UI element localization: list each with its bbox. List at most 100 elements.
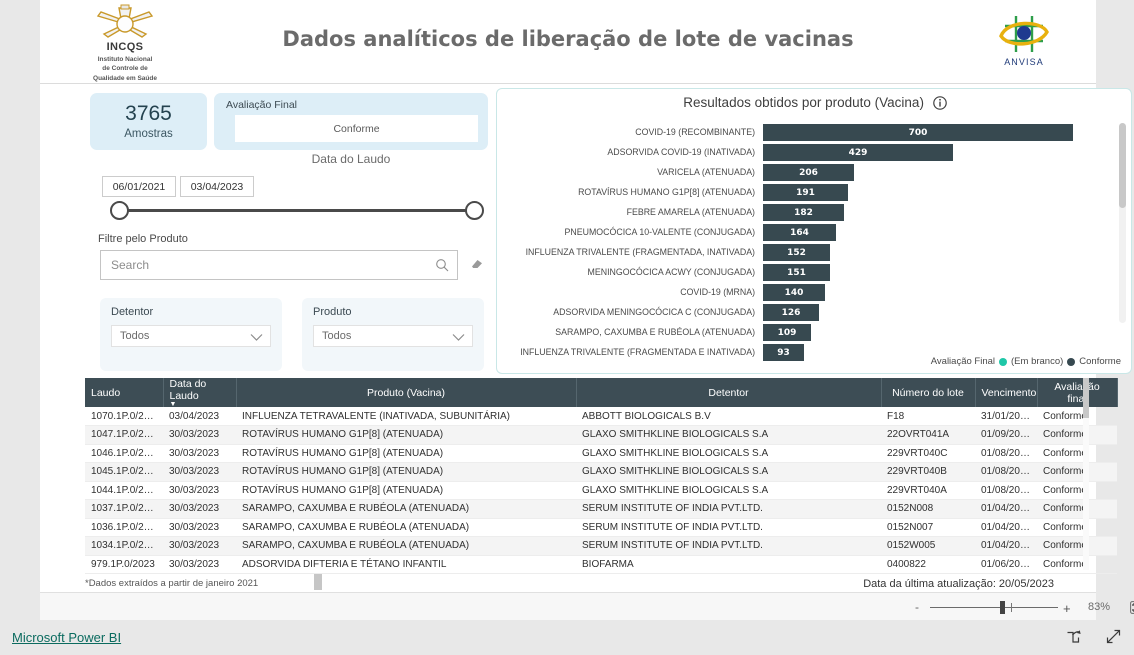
slicer-detentor-value: Todos [120, 330, 150, 342]
chart-vertical-scrollbar[interactable] [1119, 123, 1126, 323]
date-range-slider-handle-left[interactable] [110, 201, 129, 220]
date-to-input[interactable]: 03/04/2023 [180, 176, 254, 197]
table-column-header-vencimento[interactable]: Vencimento [975, 378, 1038, 407]
table-cell-aval: Conforme [1037, 536, 1117, 556]
chart-bar[interactable]: 700 [763, 124, 1073, 141]
search-input[interactable] [111, 251, 431, 279]
table-cell-detentor: SERUM INSTITUTE OF INDIA PVT.LTD. [576, 536, 881, 556]
chart-bar-wrapper: 93 [763, 344, 804, 361]
slicer-produto-dropdown[interactable]: Todos [313, 325, 473, 347]
eraser-icon[interactable] [470, 256, 484, 275]
chart-bar[interactable]: 109 [763, 324, 811, 341]
incqs-subtitle: Instituto Nacional de Controle de Qualid… [93, 56, 157, 82]
search-icon[interactable] [435, 258, 449, 277]
date-range-slider-track[interactable] [118, 209, 476, 212]
chart-bar-row[interactable]: COVID-19 (MRNA) 140 [497, 283, 1133, 302]
chart-bar[interactable]: 206 [763, 164, 854, 181]
avaliacao-final-selected-value[interactable]: Conforme [235, 115, 478, 142]
table-vertical-scrollbar[interactable] [1083, 378, 1089, 570]
chart-bar-value: 152 [787, 247, 806, 258]
chart-bar-row[interactable]: FEBRE AMARELA (ATENUADA) 182 [497, 203, 1133, 222]
slicer-detentor-dropdown[interactable]: Todos [111, 325, 271, 347]
chart-bar-row[interactable]: INFLUENZA TRIVALENTE (FRAGMENTADA, INATI… [497, 243, 1133, 262]
product-search-box[interactable] [100, 250, 458, 280]
chart-bar[interactable]: 152 [763, 244, 830, 261]
table-cell-laudo: 1034.1P.0/2023 [85, 536, 163, 556]
table-cell-vencimento: 01/08/2024 [975, 444, 1037, 463]
chart-bar-row[interactable]: MENINGOCÓCICA ACWY (CONJUGADA) 151 [497, 263, 1133, 282]
chart-bar[interactable]: 93 [763, 344, 804, 361]
zoom-in-button[interactable]: + [1063, 601, 1071, 616]
table-row[interactable]: 1070.1P.0/2023 03/04/2023 INFLUENZA TETRAV… [85, 407, 1117, 426]
fit-to-page-icon[interactable] [1130, 601, 1134, 619]
chart-bar-wrapper: 429 [763, 144, 953, 161]
power-bi-brand-link[interactable]: Microsoft Power BI [12, 630, 121, 645]
slicer-produto[interactable]: Produto Todos [302, 298, 484, 371]
chart-bar-row[interactable]: SARAMPO, CAXUMBA E RUBÉOLA (ATENUADA) 109 [497, 323, 1133, 342]
chart-bar-wrapper: 191 [763, 184, 848, 201]
page-title: Dados analíticos de liberação de lote de… [282, 27, 854, 51]
avaliacao-final-slicer[interactable]: Avaliação Final Conforme [214, 93, 488, 150]
chart-bar[interactable]: 140 [763, 284, 825, 301]
table-column-header-aval[interactable]: Avaliação final [1037, 378, 1118, 407]
table-column-header-produto[interactable]: Produto (Vacina) [236, 378, 577, 407]
chart-bar-row[interactable]: PNEUMOCÓCICA 10-VALENTE (CONJUGADA) 164 [497, 223, 1133, 242]
table-column-header-label: Vencimento [981, 386, 1037, 399]
slicer-detentor[interactable]: Detentor Todos [100, 298, 282, 371]
table-row[interactable]: 1047.1P.0/2023 30/03/2023 ROTAVÍRUS HUMANO… [85, 425, 1117, 445]
table-row[interactable]: 1046.1P.0/2023 30/03/2023 ROTAVÍRUS HUMANO… [85, 444, 1117, 463]
chart-bar-value: 191 [796, 187, 815, 198]
legend-label-em-branco[interactable]: (Em branco) [1011, 356, 1063, 367]
chevron-down-icon[interactable] [250, 333, 263, 345]
table-column-header-lote[interactable]: Número do lote [881, 378, 976, 407]
date-range-slider-handle-right[interactable] [465, 201, 484, 220]
chart-bar-row[interactable]: ROTAVÍRUS HUMANO G1P[8] (ATENUADA) 191 [497, 183, 1133, 202]
chevron-down-icon[interactable] [452, 333, 465, 345]
legend-label-conforme[interactable]: Conforme [1079, 356, 1121, 367]
zoom-toolbar: - + 83% [40, 592, 1134, 620]
chart-bar[interactable]: 164 [763, 224, 836, 241]
slicer-produto-title: Produto [313, 306, 352, 318]
table-cell-data: 30/03/2023 [163, 444, 236, 463]
chart-bar-row[interactable]: ADSORVIDA COVID-19 (INATIVADA) 429 [497, 143, 1133, 162]
zoom-slider-handle[interactable] [1000, 601, 1005, 614]
legend-swatch-em-branco [999, 357, 1008, 366]
table-row[interactable]: 1034.1P.0/2023 30/03/2023 SARAMPO, CAXUMBA… [85, 536, 1117, 556]
chart-bar-row[interactable]: ADSORVIDA MENINGOCÓCICA C (CONJUGADA) 126 [497, 303, 1133, 322]
table-column-header-detentor[interactable]: Detentor [576, 378, 882, 407]
table-row[interactable]: 1045.1P.0/2023 30/03/2023 ROTAVÍRUS HUMANO… [85, 462, 1117, 482]
chart-bar[interactable]: 182 [763, 204, 844, 221]
chart-plot-area: COVID-19 (RECOMBINANTE) 700 ADSORVIDA COVI… [497, 123, 1133, 361]
table-cell-produto: INFLUENZA TETRAVALENTE (INATIVADA, SUBUN… [236, 407, 576, 426]
chart-category-label: ADSORVIDA MENINGOCÓCICA C (CONJUGADA) [553, 307, 755, 317]
info-icon[interactable] [932, 96, 947, 113]
table-cell-lote: F18 [881, 407, 975, 426]
table-cell-lote: 229VRT040C [881, 444, 975, 463]
chart-bar[interactable]: 191 [763, 184, 848, 201]
chart-bar[interactable]: 126 [763, 304, 819, 321]
date-from-input[interactable]: 06/01/2021 [102, 176, 176, 197]
table-row[interactable]: 1036.1P.0/2023 30/03/2023 SARAMPO, CAXUMBA… [85, 518, 1117, 537]
chart-category-label: SARAMPO, CAXUMBA E RUBÉOLA (ATENUADA) [555, 327, 755, 337]
legend-title: Avaliação Final [930, 356, 996, 367]
zoom-out-button[interactable]: - [915, 601, 919, 613]
table-column-header-laudo[interactable]: Laudo [85, 378, 164, 407]
chart-bar-value: 164 [790, 227, 809, 238]
table-column-header-data[interactable]: Data do Laudo ▼ [163, 378, 237, 408]
chart-bar-value: 206 [799, 167, 818, 178]
chart-bar-row[interactable]: COVID-19 (RECOMBINANTE) 700 [497, 123, 1133, 142]
data-table: Laudo Data do Laudo ▼ Produto (Vacina) Deten… [85, 378, 1118, 574]
table-cell-produto: ROTAVÍRUS HUMANO G1P[8] (ATENUADA) [236, 462, 576, 482]
table-horizontal-scrollbar[interactable] [314, 574, 322, 590]
chart-bar[interactable]: 429 [763, 144, 953, 161]
chart-bar[interactable]: 151 [763, 264, 830, 281]
table-row[interactable]: 1037.1P.0/2023 30/03/2023 SARAMPO, CAXUMBA… [85, 499, 1117, 519]
fullscreen-icon[interactable] [1105, 628, 1122, 650]
share-icon[interactable] [1065, 628, 1082, 650]
table-row[interactable]: 1044.1P.0/2023 30/03/2023 ROTAVÍRUS HUMANO… [85, 481, 1117, 500]
table-cell-data: 03/04/2023 [163, 407, 236, 426]
table-row[interactable]: 979.1P.0/2023 30/03/2023 ADSORVIDA DIFTERI… [85, 555, 1117, 574]
chart-bar-row[interactable]: VARICELA (ATENUADA) 206 [497, 163, 1133, 182]
zoom-slider-track[interactable] [930, 607, 1058, 608]
chart-legend: Avaliação Final (Em branco) Conforme [931, 356, 1121, 367]
